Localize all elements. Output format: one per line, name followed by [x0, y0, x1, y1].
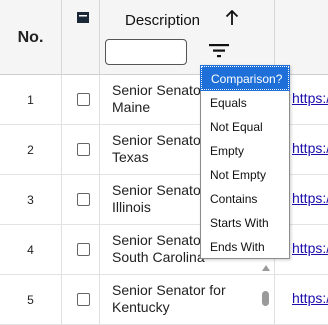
description-filter-input[interactable] — [105, 39, 187, 65]
row-number: 1 — [0, 75, 62, 124]
row-select-cell — [62, 75, 100, 124]
grid-header: No. Description — [0, 0, 328, 75]
table-row[interactable]: 5 Senior Senator for Kentucky https:// — [0, 275, 328, 325]
select-all-icon[interactable] — [77, 10, 89, 28]
row-checkbox[interactable] — [77, 93, 90, 106]
row-link[interactable]: https:// — [292, 240, 328, 256]
filter-option-not-empty[interactable]: Not Empty — [201, 163, 289, 187]
row-checkbox[interactable] — [77, 193, 90, 206]
filter-icon[interactable] — [209, 44, 229, 63]
row-checkbox[interactable] — [77, 293, 90, 306]
row-checkbox[interactable] — [77, 243, 90, 256]
filter-option-not-equal[interactable]: Not Equal — [201, 115, 289, 139]
filter-comparison-dropdown[interactable]: Comparison? Equals Not Equal Empty Not E… — [200, 65, 290, 259]
filter-option-ends-with[interactable]: Ends With — [201, 235, 289, 259]
row-number: 4 — [0, 225, 62, 274]
data-grid: No. Description 1 Senior Senator Maine h… — [0, 0, 328, 325]
row-link[interactable]: https:// — [292, 290, 328, 306]
filter-option-contains[interactable]: Contains — [201, 187, 289, 211]
row-link[interactable]: https:// — [292, 90, 328, 106]
row-number: 5 — [0, 275, 62, 324]
filter-option-empty[interactable]: Empty — [201, 139, 289, 163]
row-number: 2 — [0, 125, 62, 174]
description-text: Senior Senator for Kentucky — [112, 282, 226, 315]
scrollbar-thumb[interactable] — [262, 291, 269, 306]
filter-option-comparison[interactable]: Comparison? — [200, 65, 290, 91]
column-header-description[interactable]: Description — [100, 0, 275, 75]
description-header-label[interactable]: Description — [125, 12, 200, 29]
row-select-cell — [62, 275, 100, 324]
arrow-up-icon[interactable] — [225, 9, 239, 31]
row-link[interactable]: https:// — [292, 140, 328, 156]
row-select-cell — [62, 125, 100, 174]
filter-option-starts-with[interactable]: Starts With — [201, 211, 289, 235]
scroll-up-arrow-icon[interactable] — [262, 258, 270, 276]
column-header-link[interactable] — [275, 0, 328, 75]
column-header-select — [62, 0, 100, 75]
row-checkbox[interactable] — [77, 143, 90, 156]
column-header-no[interactable]: No. — [0, 0, 62, 75]
row-number: 3 — [0, 175, 62, 224]
description-cell: Senior Senator for Kentucky — [100, 275, 275, 324]
filter-option-equals[interactable]: Equals — [201, 91, 289, 115]
row-select-cell — [62, 175, 100, 224]
row-link[interactable]: https:// — [292, 190, 328, 206]
row-select-cell — [62, 225, 100, 274]
